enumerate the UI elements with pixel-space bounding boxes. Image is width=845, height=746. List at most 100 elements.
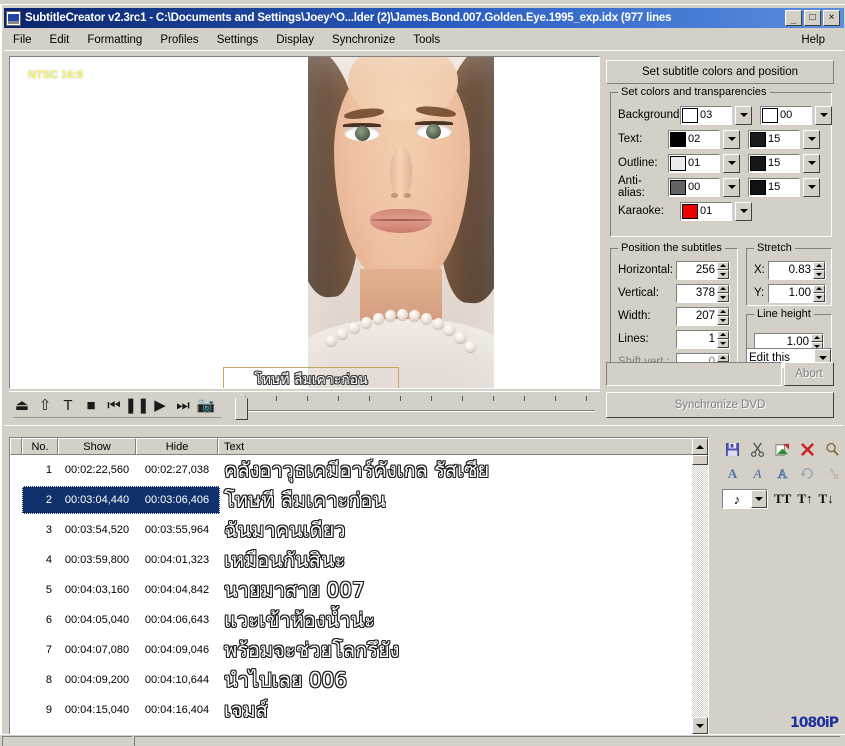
color-dropdown[interactable]: 02 [668, 129, 720, 149]
horizontal-splitter[interactable] [4, 425, 844, 435]
delete-icon[interactable] [799, 441, 816, 458]
transparency-dropdown[interactable]: 00 [760, 105, 812, 125]
settings-header[interactable]: Set subtitle colors and position [606, 60, 834, 84]
table-row[interactable]: 4 00:03:59,800 00:04:01,323 เหมือนกันสินะ [10, 545, 694, 575]
menu-item-formatting[interactable]: Formatting [78, 32, 151, 48]
spinner-up[interactable] [717, 261, 729, 270]
position-field-spinner[interactable]: 256 [676, 260, 730, 280]
chevron-down-icon[interactable] [723, 153, 740, 173]
font-outline-icon[interactable]: A [774, 465, 791, 482]
abort-button[interactable]: Abort [784, 362, 834, 386]
table-row[interactable]: 3 00:03:54,520 00:03:55,964 ฉันมาคนเดียว [10, 515, 694, 545]
cut-icon[interactable] [749, 441, 766, 458]
transparency-dropdown[interactable]: 15 [748, 153, 800, 173]
table-row[interactable]: 2 00:03:04,440 00:03:06,406 โทษที ลืมเคาะก่… [10, 485, 694, 515]
line-height-up[interactable] [811, 333, 823, 342]
replace-icon[interactable]: AB [824, 465, 841, 482]
video-preview-panel[interactable]: NTSC 16:9 โทษที ลืมเคาะก่อน [9, 56, 600, 389]
close-button[interactable]: × [823, 10, 840, 26]
scroll-down-button[interactable] [692, 717, 708, 734]
spinner-down[interactable] [813, 293, 825, 302]
position-field-spinner[interactable]: 207 [676, 306, 730, 326]
menu-item-profiles[interactable]: Profiles [151, 32, 207, 48]
chevron-down-icon[interactable] [735, 105, 752, 125]
table-row[interactable]: 6 00:04:05,040 00:04:06,643 แวะเข้าห้องน้ำน… [10, 605, 694, 635]
stretch-field-spinner[interactable]: 0.83 [768, 260, 826, 280]
color-dropdown[interactable]: 01 [668, 153, 720, 173]
rewind-button[interactable]: ⏮ [105, 395, 123, 416]
paste-icon[interactable] [774, 441, 791, 458]
column-header-no[interactable]: No. [22, 438, 58, 455]
table-row[interactable]: 8 00:04:09,200 00:04:10,644 นำไปเลย 006 [10, 665, 694, 695]
color-dropdown[interactable]: 00 [668, 177, 720, 197]
spinner-down[interactable] [717, 339, 729, 348]
subtitle-list-body[interactable]: 1 00:02:22,560 00:02:27,038 คลังอาวุธเคมีอา… [10, 455, 694, 734]
chevron-down-icon[interactable] [751, 490, 767, 508]
column-header-text[interactable]: Text [218, 438, 694, 455]
music-note-combo[interactable]: ♪ [722, 489, 768, 509]
menu-item-tools[interactable]: Tools [404, 32, 449, 48]
seek-track[interactable] [245, 410, 595, 412]
snapshot-button[interactable]: 📷 [197, 395, 216, 416]
menu-item-file[interactable]: File [4, 32, 41, 48]
synchronize-dvd-button[interactable]: Synchronize DVD [606, 392, 834, 418]
chevron-down-icon[interactable] [723, 177, 740, 197]
stretch-field-spinner[interactable]: 1.00 [768, 283, 826, 303]
text-size-button[interactable]: TT [774, 491, 791, 507]
subtitle-list-panel[interactable]: No. Show Hide Text 1 00:02:22,560 00:02:27,03… [9, 437, 709, 735]
font-bold-icon[interactable]: A [724, 465, 741, 482]
color-dropdown[interactable]: 03 [680, 105, 732, 125]
position-field-spinner[interactable]: 1 [676, 329, 730, 349]
scrollbar-track[interactable] [692, 455, 708, 717]
spinner-up[interactable] [717, 353, 729, 362]
transparency-dropdown[interactable]: 15 [748, 129, 800, 149]
chevron-down-icon[interactable] [723, 129, 740, 149]
chevron-down-icon[interactable] [803, 177, 820, 197]
column-header-hide[interactable]: Hide [136, 438, 218, 455]
undo-icon[interactable] [799, 465, 816, 482]
spinner-up[interactable] [813, 284, 825, 293]
search-icon[interactable] [824, 441, 841, 458]
list-vertical-scrollbar[interactable] [692, 438, 708, 734]
color-dropdown[interactable]: 01 [680, 201, 732, 221]
spinner-down[interactable] [813, 270, 825, 279]
scroll-up-button[interactable] [692, 438, 708, 455]
play-button[interactable]: ▶ [151, 395, 169, 416]
menu-item-settings[interactable]: Settings [208, 32, 268, 48]
spinner-down[interactable] [717, 270, 729, 279]
menu-item-synchronize[interactable]: Synchronize [323, 32, 404, 48]
fast-forward-button[interactable]: ⏭ [174, 395, 192, 416]
save-icon[interactable] [724, 441, 741, 458]
transparency-dropdown[interactable]: 15 [748, 177, 800, 197]
font-italic-icon[interactable]: A [749, 465, 766, 482]
position-field-spinner[interactable]: 378 [676, 283, 730, 303]
pause-button[interactable]: ❚❚ [124, 395, 149, 416]
spinner-down[interactable] [717, 316, 729, 325]
eject-button[interactable]: ⏏ [13, 395, 31, 416]
seek-thumb[interactable] [235, 394, 248, 420]
chevron-down-icon[interactable] [803, 129, 820, 149]
scrollbar-thumb[interactable] [692, 455, 708, 465]
table-row[interactable]: 7 00:04:07,080 00:04:09,046 พร้อมจะช่วยโลกร… [10, 635, 694, 665]
table-row[interactable]: 5 00:04:03,160 00:04:04,842 นายมาสาย 007 [10, 575, 694, 605]
stop-button[interactable]: ■ [82, 395, 100, 416]
column-header-blank[interactable] [10, 438, 22, 455]
table-row[interactable]: 9 00:04:15,040 00:04:16,404 เจมส์ [10, 695, 694, 725]
column-header-show[interactable]: Show [58, 438, 136, 455]
minimize-button[interactable]: _ [785, 10, 802, 26]
chevron-down-icon[interactable] [735, 201, 752, 221]
spinner-up[interactable] [717, 284, 729, 293]
load-subtitle-button[interactable]: ⇧ [36, 395, 54, 416]
menu-item-help[interactable]: Help [792, 32, 834, 48]
maximize-button[interactable]: □ [804, 10, 821, 26]
spinner-up[interactable] [717, 307, 729, 316]
chevron-down-icon[interactable] [815, 105, 832, 125]
menu-item-display[interactable]: Display [267, 32, 323, 48]
menu-item-edit[interactable]: Edit [41, 32, 79, 48]
text-up-button[interactable]: T↑ [797, 491, 812, 507]
spinner-up[interactable] [813, 261, 825, 270]
text-down-button[interactable]: T↓ [819, 491, 834, 507]
spinner-up[interactable] [717, 330, 729, 339]
spinner-down[interactable] [717, 293, 729, 302]
chevron-down-icon[interactable] [803, 153, 820, 173]
